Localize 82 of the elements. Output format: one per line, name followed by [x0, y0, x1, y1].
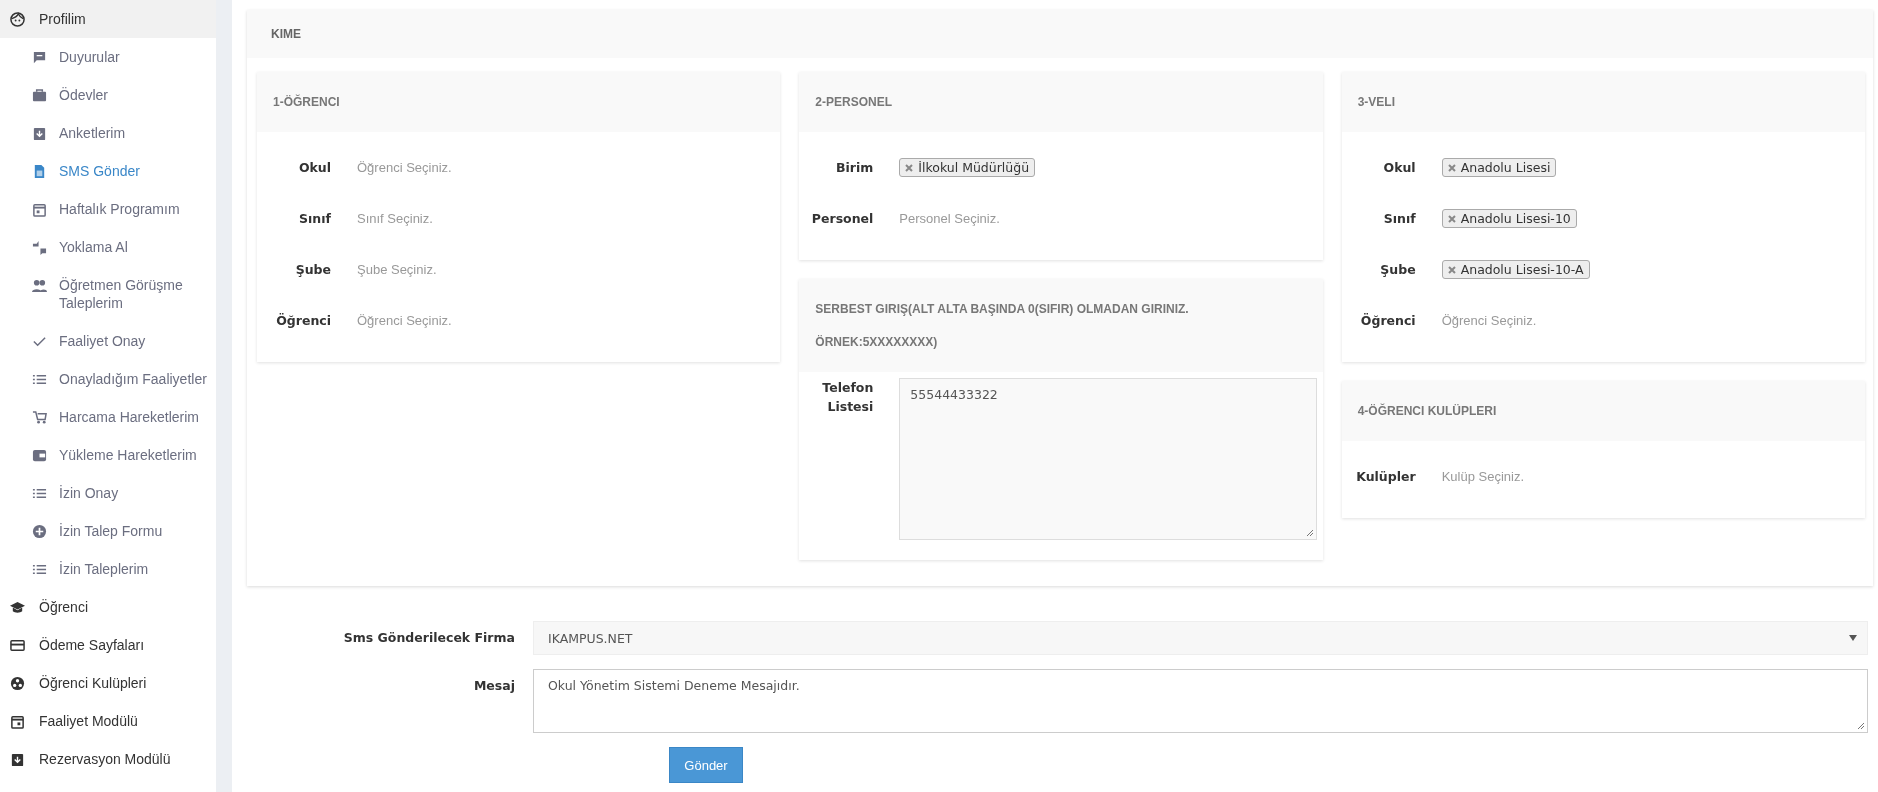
list-icon	[32, 562, 47, 577]
panel-title: 3-VELI	[1341, 72, 1865, 132]
submenu-item[interactable]: SMS Gönder	[0, 152, 216, 190]
submenu-item[interactable]: İzin Onay	[0, 474, 216, 512]
smiley-icon	[10, 11, 25, 27]
menu-item[interactable]: Rezervasyon Modülü	[0, 740, 216, 778]
tag-chip[interactable]: Anadolu Lisesi-10	[1441, 209, 1577, 229]
remove-icon[interactable]	[905, 163, 914, 172]
panel-title: 4-ÖĞRENCI KULÜPLERI	[1341, 381, 1865, 441]
select-field[interactable]: Öğrenci Seçiniz.	[357, 309, 781, 332]
remove-icon[interactable]	[1447, 265, 1456, 274]
cart-icon	[32, 410, 47, 425]
submenu-item[interactable]: Öğretmen Görüşme Taleplerim	[0, 266, 216, 322]
field-label: Mesaj	[472, 677, 515, 693]
field-label: Şube	[1379, 261, 1416, 279]
resize-grip-icon[interactable]	[1856, 721, 1865, 730]
submenu-item[interactable]: Anketlerim	[0, 114, 216, 152]
message-icon	[32, 50, 47, 65]
select-field[interactable]: Öğrenci Seçiniz.	[357, 156, 781, 179]
select-field[interactable]: Sınıf Seçiniz.	[357, 207, 781, 230]
field-label: Okul	[297, 159, 331, 177]
graduation-cap-icon	[10, 599, 25, 615]
people-icon	[32, 278, 47, 293]
menu-item[interactable]: Öğrenci Kulüpleri	[0, 664, 216, 702]
field-label: Öğrenci	[275, 312, 331, 330]
resize-grip-icon[interactable]	[1304, 528, 1314, 537]
list-icon	[32, 372, 47, 387]
phone-list-field[interactable]: 55544433322	[899, 378, 1317, 540]
submenu-item[interactable]: İzin Taleplerim	[0, 550, 216, 588]
panel-title: 1-ÖĞRENCI	[257, 72, 781, 132]
clipboard-icon	[10, 751, 25, 767]
panel-title: SERBEST GIRIŞ(ALT ALTA BAŞINDA 0(SIFIR) OLMADAN GIRINIZ. ÖRNEK:5XXXXXXXX)	[799, 279, 1323, 372]
tag-chip[interactable]: Anadolu Lisesi-10-A	[1441, 260, 1590, 280]
tag-chip[interactable]: İlkokul Müdürlüğü	[899, 158, 1036, 178]
card-title: KIME	[247, 10, 1873, 58]
field-label: Telefon Listesi	[821, 379, 874, 416]
check-icon	[32, 334, 47, 349]
menu-item[interactable]: Profilim	[0, 0, 216, 38]
ball-icon	[10, 675, 25, 691]
caret-icon	[1849, 635, 1857, 641]
sim-card-icon	[32, 164, 47, 179]
submenu-item[interactable]: Yoklama Al	[0, 228, 216, 266]
field-label: Kulüpler	[1355, 468, 1416, 486]
field-label: Sınıf	[298, 210, 331, 228]
remove-icon[interactable]	[1447, 214, 1456, 223]
submenu-item[interactable]: Duyurular	[0, 38, 216, 76]
field-label: Birim	[835, 159, 874, 177]
remove-icon[interactable]	[1447, 163, 1456, 172]
menu-item[interactable]: Ödeme Sayfaları	[0, 626, 216, 664]
card-icon	[10, 637, 25, 653]
submenu-item[interactable]: İzin Talep Formu	[0, 512, 216, 550]
submenu-item[interactable]: Haftalık Programım	[0, 190, 216, 228]
calendar-icon	[10, 713, 25, 729]
menu-item[interactable]: Öğrenci	[0, 588, 216, 626]
company-dropdown[interactable]: IKAMPUS.NET	[533, 621, 1868, 655]
submenu-item[interactable]: Ödevler	[0, 76, 216, 114]
thumbs-icon	[32, 240, 47, 255]
plus-circle-icon	[32, 524, 47, 539]
field-label: Sınıf	[1382, 210, 1416, 228]
clipboard-icon	[32, 126, 47, 141]
select-field[interactable]: Şube Seçiniz.	[357, 258, 781, 281]
panel-title: 2-PERSONEL	[799, 72, 1323, 132]
tag-chip[interactable]: Anadolu Lisesi	[1441, 158, 1557, 178]
field-label: Sms Gönderilecek Firma	[342, 629, 515, 645]
field-label: Personel	[810, 210, 874, 228]
field-label: Okul	[1382, 159, 1416, 177]
field-label: Öğrenci	[1359, 312, 1416, 330]
select-field[interactable]: Kulüp Seçiniz.	[1441, 465, 1865, 488]
menu-item[interactable]: Faaliyet Modülü	[0, 702, 216, 740]
send-button[interactable]: Gönder	[669, 747, 743, 783]
select-field[interactable]: Personel Seçiniz.	[899, 207, 1323, 230]
submenu-item[interactable]: Onayladığım Faaliyetler	[0, 360, 216, 398]
message-field[interactable]: Okul Yönetim Sistemi Deneme Mesajıdır.	[533, 669, 1868, 733]
field-label: Şube	[294, 261, 331, 279]
calendar-icon	[32, 202, 47, 217]
wallet-icon	[32, 448, 47, 463]
select-field[interactable]: Öğrenci Seçiniz.	[1441, 309, 1865, 332]
submenu-item[interactable]: Harcama Hareketlerim	[0, 398, 216, 436]
submenu-item[interactable]: Yükleme Hareketlerim	[0, 436, 216, 474]
submenu-item[interactable]: Faaliyet Onay	[0, 322, 216, 360]
list-icon	[32, 486, 47, 501]
briefcase-icon	[32, 88, 47, 103]
